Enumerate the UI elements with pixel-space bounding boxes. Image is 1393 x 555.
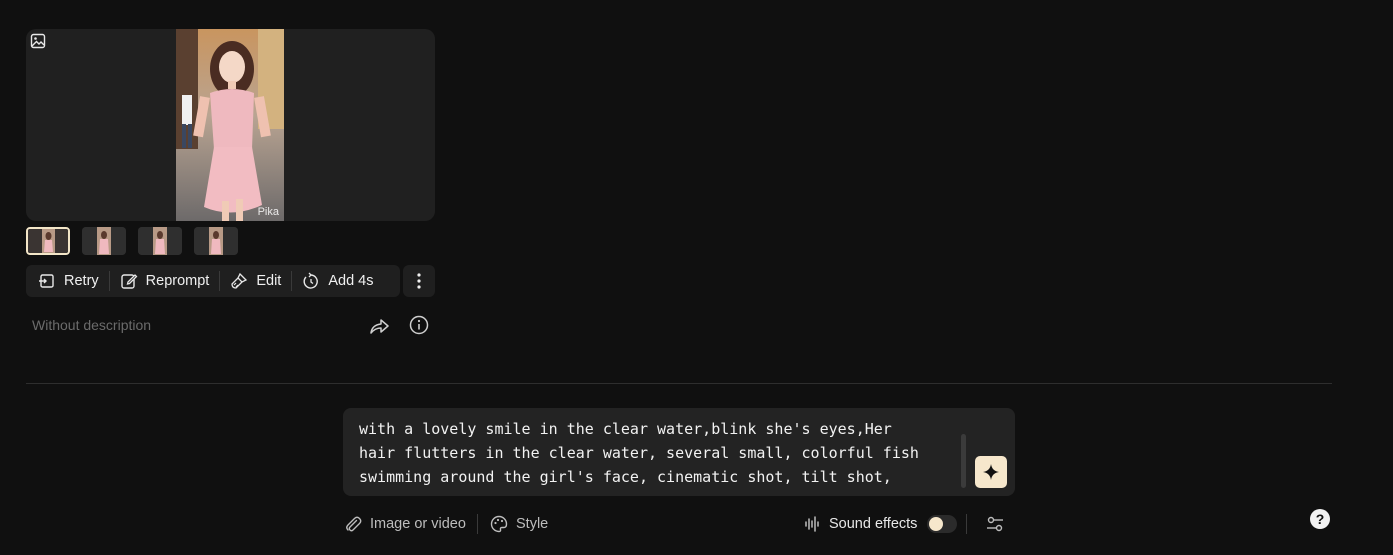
sound-effects-label: Sound effects [829,516,918,532]
settings-button[interactable] [985,514,1005,534]
palette-icon [490,515,508,533]
image-icon [30,33,46,49]
thumbnail-4[interactable] [194,227,238,255]
thumbnail-2[interactable] [82,227,126,255]
sound-effects-toggle[interactable] [927,515,958,533]
generate-button[interactable] [975,456,1007,488]
reprompt-button[interactable]: Reprompt [110,265,220,297]
image-or-video-button[interactable]: Image or video [344,513,466,535]
edit-brush-icon [231,272,248,289]
style-label: Style [516,516,549,532]
add-time-button[interactable]: Add 4s [292,265,383,297]
result-description: Without description [32,317,152,333]
edit-label: Edit [256,273,282,289]
thumbnail-3[interactable] [138,227,182,255]
add-time-label: Add 4s [328,273,374,289]
prompt-scrollbar[interactable] [961,434,966,488]
reprompt-label: Reprompt [145,273,210,289]
share-icon [370,319,389,334]
share-button[interactable] [368,315,390,337]
retry-icon [39,274,54,288]
result-actions-bar: Retry Reprompt Edit Add 4s [26,265,400,297]
style-button[interactable]: Style [490,513,548,535]
prompt-input[interactable]: with a lovely smile in the clear water,b… [359,417,959,493]
separator [477,514,478,534]
sound-effects-control: Sound effects [803,513,958,535]
retry-button[interactable]: Retry [26,265,109,297]
sparkle-icon [983,464,999,480]
edit-button[interactable]: Edit [220,265,291,297]
retry-label: Retry [64,273,99,289]
reprompt-icon [120,274,138,289]
info-icon [409,315,429,335]
info-button[interactable] [408,314,430,336]
watermark: Pika [257,206,279,218]
video-preview[interactable]: Pika [176,29,284,221]
image-or-video-label: Image or video [370,516,466,532]
separator [966,514,967,534]
help-icon[interactable]: ? [1310,509,1330,529]
more-vertical-icon [417,273,421,289]
sound-wave-icon [805,516,819,532]
add-time-icon [303,272,319,289]
more-options-button[interactable] [403,265,435,297]
prompt-composer: with a lovely smile in the clear water,b… [343,408,1015,496]
media-type-button[interactable] [30,33,46,54]
variation-thumbnails [26,227,238,255]
thumbnail-1[interactable] [26,227,70,255]
settings-sliders-icon [987,516,1003,532]
toggle-knob [929,517,944,531]
section-divider [26,383,1332,384]
paperclip-icon [346,516,362,532]
